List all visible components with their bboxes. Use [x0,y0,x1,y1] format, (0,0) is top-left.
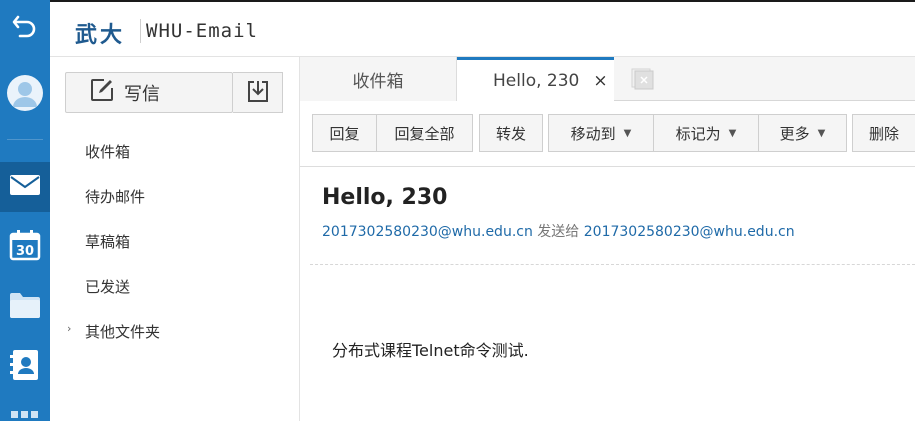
chevron-down-icon: ▼ [817,127,826,139]
close-icon[interactable]: × [593,71,607,91]
import-button[interactable] [233,72,283,113]
reply-label: 回复 [329,124,360,143]
header-divider [310,264,915,265]
folder-item-other[interactable]: 其他文件夹 [85,321,160,342]
more-button[interactable]: 更多 ▼ [758,114,847,152]
contacts-icon [10,349,40,385]
message-subject: Hello, 230 [322,185,448,210]
back-arrow-icon [11,13,39,43]
message-view: Hello, 230 2017302580230@whu.edu.cn 发送给 … [300,167,915,421]
move-to-button[interactable]: 移动到 ▼ [548,114,654,152]
message-toolbar: 回复 回复全部 转发 移动到 ▼ 标记为 ▼ 更多 ▼ 删除 [300,101,915,167]
tab-message[interactable]: Hello, 230 × [457,57,614,102]
logo-en: WHU-Email [146,20,258,42]
app-header: 武大 WHU-Email [50,0,915,57]
avatar-icon [6,74,44,116]
rail-item-files[interactable] [0,282,50,332]
message-address-line: 2017302580230@whu.edu.cn 发送给 20173025802… [322,221,795,241]
logo-cn: 武大 [75,23,126,48]
chevron-down-icon: ▼ [623,127,632,139]
mark-as-button[interactable]: 标记为 ▼ [653,114,759,152]
folder-item-inbox[interactable]: 收件箱 [85,141,130,162]
mark-as-label: 标记为 [675,124,721,143]
rail-item-contacts[interactable] [0,342,50,392]
delete-label: 删除 [868,124,899,143]
tab-message-label: Hello, 230 [493,71,580,91]
folder-item-todo[interactable]: 待办邮件 [85,186,145,207]
chevron-right-icon[interactable]: › [67,322,71,335]
folder-icon [9,291,41,323]
sender-address[interactable]: 2017302580230@whu.edu.cn [322,224,533,240]
forward-button[interactable]: 转发 [479,114,543,152]
rail-item-calendar[interactable]: 30 [0,222,50,272]
message-body: 分布式课程Telnet命令测试. [332,341,529,360]
reply-button[interactable]: 回复 [312,114,377,152]
rail-divider [7,139,43,140]
header-top-border [50,0,915,2]
folder-sidebar: 写信 收件箱 待办邮件 草稿箱 已发送 › 其他文件夹 [50,57,300,421]
calendar-day-label: 30 [16,244,34,259]
tab-inbox-label: 收件箱 [352,71,404,92]
new-tab-icon [631,68,655,94]
forward-label: 转发 [495,124,526,143]
delete-button[interactable]: 删除 [852,114,915,152]
download-icon [246,79,270,107]
logo-divider [140,19,141,43]
reply-all-label: 回复全部 [394,124,455,143]
sent-to-label: 发送给 [537,224,580,240]
move-to-label: 移动到 [570,124,616,143]
rail-item-mail[interactable] [0,162,50,212]
apps-grid-icon [9,404,41,423]
folder-item-drafts[interactable]: 草稿箱 [85,231,130,252]
chevron-down-icon: ▼ [728,127,737,139]
mail-icon [9,174,41,200]
tab-bar: 收件箱 Hello, 230 × [300,57,915,102]
recipient-address[interactable]: 2017302580230@whu.edu.cn [584,224,795,240]
rail-item-apps[interactable] [0,404,50,421]
compose-button[interactable]: 写信 [65,72,233,113]
folder-item-sent[interactable]: 已发送 [85,276,130,297]
back-button[interactable] [0,0,50,55]
left-nav-rail: 30 [0,0,50,421]
more-label: 更多 [779,124,810,143]
user-avatar-button[interactable] [0,72,50,118]
new-tab-button[interactable] [631,68,655,94]
compose-icon [90,78,114,107]
compose-label: 写信 [124,83,160,105]
reply-all-button[interactable]: 回复全部 [376,114,473,152]
calendar-icon: 30 [9,229,41,265]
tab-inbox[interactable]: 收件箱 [300,57,457,101]
